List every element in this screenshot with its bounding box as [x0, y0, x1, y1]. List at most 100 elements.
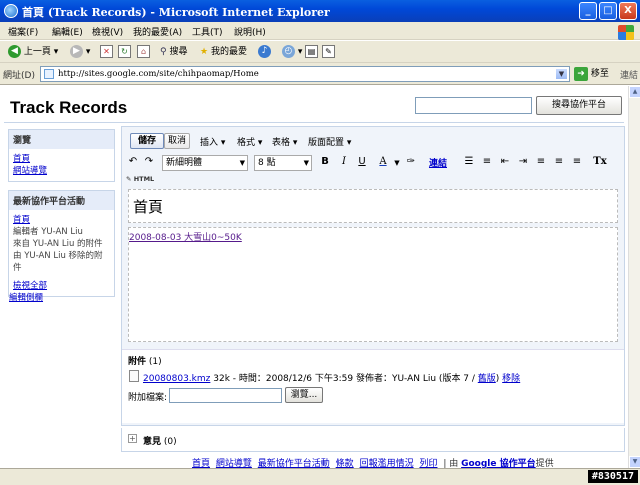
- go-arrow-icon: ➜: [574, 66, 588, 81]
- footer-link-recent-activity[interactable]: 最新協作平台活動: [258, 459, 330, 468]
- format-menu[interactable]: 格式 ▾: [237, 135, 262, 148]
- older-versions-link[interactable]: 舊版: [478, 374, 496, 384]
- back-button[interactable]: ◀ 上一頁 ▾: [8, 44, 58, 60]
- refresh-icon: ↻: [118, 45, 131, 58]
- footer-powered-suffix: 提供: [535, 459, 554, 468]
- attachments-label: 附件: [128, 357, 147, 367]
- footer-link-home[interactable]: 首頁: [192, 459, 210, 468]
- stop-button[interactable]: ✕: [100, 44, 113, 60]
- footer-powered-prefix: | 由: [443, 459, 462, 468]
- highlight-icon[interactable]: ✑: [404, 156, 418, 167]
- browser-toolbar: ◀ 上一頁 ▾ ▶ ▾ ✕ ↻ ⌂ ⚲ 搜尋 ★ 我的最愛 ♪ ◴ ▾ ▤ ✎: [0, 41, 640, 63]
- align-center-icon[interactable]: ≡: [552, 156, 566, 167]
- outdent-icon[interactable]: ⇤: [498, 156, 512, 167]
- media-button[interactable]: ♪: [258, 44, 271, 60]
- close-button[interactable]: X: [619, 2, 637, 20]
- footer-link-sitemap[interactable]: 網站導覽: [216, 459, 252, 468]
- links-label[interactable]: 連結: [620, 68, 638, 81]
- table-menu[interactable]: 表格 ▾: [272, 135, 297, 148]
- vertical-scrollbar[interactable]: ▲ ▼: [628, 86, 640, 468]
- undo-icon[interactable]: ↶: [126, 156, 140, 167]
- sidebar-item-sitemap[interactable]: 網站導覽: [13, 165, 110, 177]
- edit-page-icon: ✎: [322, 45, 335, 58]
- scroll-down-icon[interactable]: ▼: [629, 456, 640, 468]
- site-search-input[interactable]: [415, 97, 532, 114]
- link-button[interactable]: 連結: [426, 156, 450, 169]
- history-button[interactable]: ◴ ▾: [282, 44, 302, 60]
- chevron-down-icon: ▼: [303, 159, 309, 167]
- page-title-field[interactable]: 首頁: [128, 189, 618, 223]
- forward-button[interactable]: ▶ ▾: [70, 44, 90, 60]
- menu-favorites[interactable]: 我的最愛(A): [133, 25, 182, 38]
- address-label: 網址(D): [3, 71, 35, 81]
- home-icon: ⌂: [137, 45, 150, 58]
- italic-button[interactable]: I: [337, 156, 351, 167]
- align-right-icon[interactable]: ≡: [570, 156, 584, 167]
- menu-help[interactable]: 說明(H): [234, 25, 266, 38]
- sidebar-navigation: 瀏覽 首頁 網站導覽: [8, 129, 115, 182]
- scroll-up-icon[interactable]: ▲: [629, 86, 640, 98]
- underline-button[interactable]: U: [355, 156, 369, 167]
- numbered-list-icon[interactable]: ☰: [462, 156, 476, 167]
- site-search-button[interactable]: 搜尋協作平台: [536, 96, 622, 115]
- activity-line: 由 YU-AN Liu 移除的附件: [13, 251, 103, 273]
- footer-link-report-abuse[interactable]: 回報濫用情況: [360, 459, 414, 468]
- window-title-bar[interactable]: 首頁 (Track Records) - Microsoft Internet …: [0, 0, 640, 22]
- page-content-area[interactable]: 2008-08-03 大雪山0~50K: [128, 227, 618, 342]
- bulleted-list-icon[interactable]: ≡: [480, 156, 494, 167]
- refresh-button[interactable]: ↻: [118, 44, 131, 60]
- edit-page-button[interactable]: ✎: [322, 44, 335, 60]
- indent-icon[interactable]: ⇥: [516, 156, 530, 167]
- go-label: 移至: [590, 69, 609, 79]
- maximize-button[interactable]: □: [599, 2, 617, 20]
- expand-comments-icon[interactable]: +: [128, 434, 137, 443]
- menu-view[interactable]: 檢視(V): [92, 25, 123, 38]
- remove-attachment-link[interactable]: 移除: [502, 374, 520, 384]
- footer-link-terms[interactable]: 條款: [336, 459, 354, 468]
- activity-page-link[interactable]: 首頁: [13, 214, 110, 226]
- insert-menu[interactable]: 插入 ▾: [200, 135, 225, 148]
- menu-edit[interactable]: 編輯(E): [52, 25, 83, 38]
- favorites-label: 我的最愛: [210, 47, 247, 57]
- address-bar: 網址(D) http://sites.google.com/site/chihp…: [0, 63, 640, 85]
- comments-header[interactable]: 意見 (0): [143, 434, 177, 447]
- address-input[interactable]: http://sites.google.com/site/chihpaomap/…: [40, 66, 570, 82]
- site-title[interactable]: Track Records: [10, 98, 127, 118]
- font-size-select[interactable]: 8 點 ▼: [254, 155, 312, 171]
- browse-button[interactable]: 瀏覽...: [285, 387, 323, 403]
- footer-link-print[interactable]: 列印: [419, 459, 437, 468]
- text-color-dropdown-icon[interactable]: ▼: [390, 159, 404, 167]
- search-button[interactable]: ⚲ 搜尋: [160, 44, 187, 60]
- activity-line: 來自 YU-AN Liu 的附件: [13, 239, 103, 249]
- editor-format-toolbar: ↶ ↷ 新細明體 ▼ 8 點 ▼ B I U A ▼ ✑ 連結 ☰ ≡ ⇤ ⇥ …: [126, 154, 620, 172]
- page-viewport: Track Records 搜尋協作平台 瀏覽 首頁 網站導覽 最新協作平台活動…: [0, 86, 628, 468]
- go-button[interactable]: ➜ 移至: [574, 66, 609, 82]
- redo-icon[interactable]: ↷: [142, 156, 156, 167]
- layout-menu[interactable]: 版面配置 ▾: [308, 135, 351, 148]
- print-button[interactable]: ▤: [305, 44, 318, 60]
- bold-button[interactable]: B: [318, 156, 332, 167]
- back-arrow-icon: ◀: [8, 45, 21, 58]
- attachment-file-link[interactable]: 20080803.kmz: [143, 374, 210, 384]
- font-size-value: 8 點: [258, 158, 276, 168]
- address-dropdown-icon[interactable]: ▼: [555, 68, 568, 80]
- menu-file[interactable]: 檔案(F): [8, 25, 38, 38]
- file-path-input[interactable]: [169, 388, 282, 403]
- font-select[interactable]: 新細明體 ▼: [162, 155, 248, 171]
- text-color-button[interactable]: A: [376, 156, 390, 167]
- favorites-button[interactable]: ★ 我的最愛: [200, 44, 247, 60]
- comments-count: (0): [163, 437, 177, 447]
- cancel-button[interactable]: 取消: [164, 133, 190, 149]
- footer-brand-link[interactable]: Google 協作平台: [461, 459, 536, 468]
- content-link[interactable]: 2008-08-03 大雪山0~50K: [129, 230, 242, 243]
- save-button[interactable]: 儲存: [130, 133, 164, 149]
- html-edit-button[interactable]: ✎ HTML: [126, 175, 154, 183]
- attachments-section: 附件 (1) 20080803.kmz 32k - 時間：2008/12/6 下…: [122, 349, 624, 423]
- sidebar-item-home[interactable]: 首頁: [13, 153, 110, 165]
- align-left-icon[interactable]: ≡: [534, 156, 548, 167]
- home-button[interactable]: ⌂: [137, 44, 150, 60]
- minimize-button[interactable]: _: [579, 2, 597, 20]
- menu-tools[interactable]: 工具(T): [192, 25, 223, 38]
- edit-sidebar-link[interactable]: 編輯側欄: [9, 291, 43, 303]
- clear-format-button[interactable]: Tx: [592, 156, 608, 167]
